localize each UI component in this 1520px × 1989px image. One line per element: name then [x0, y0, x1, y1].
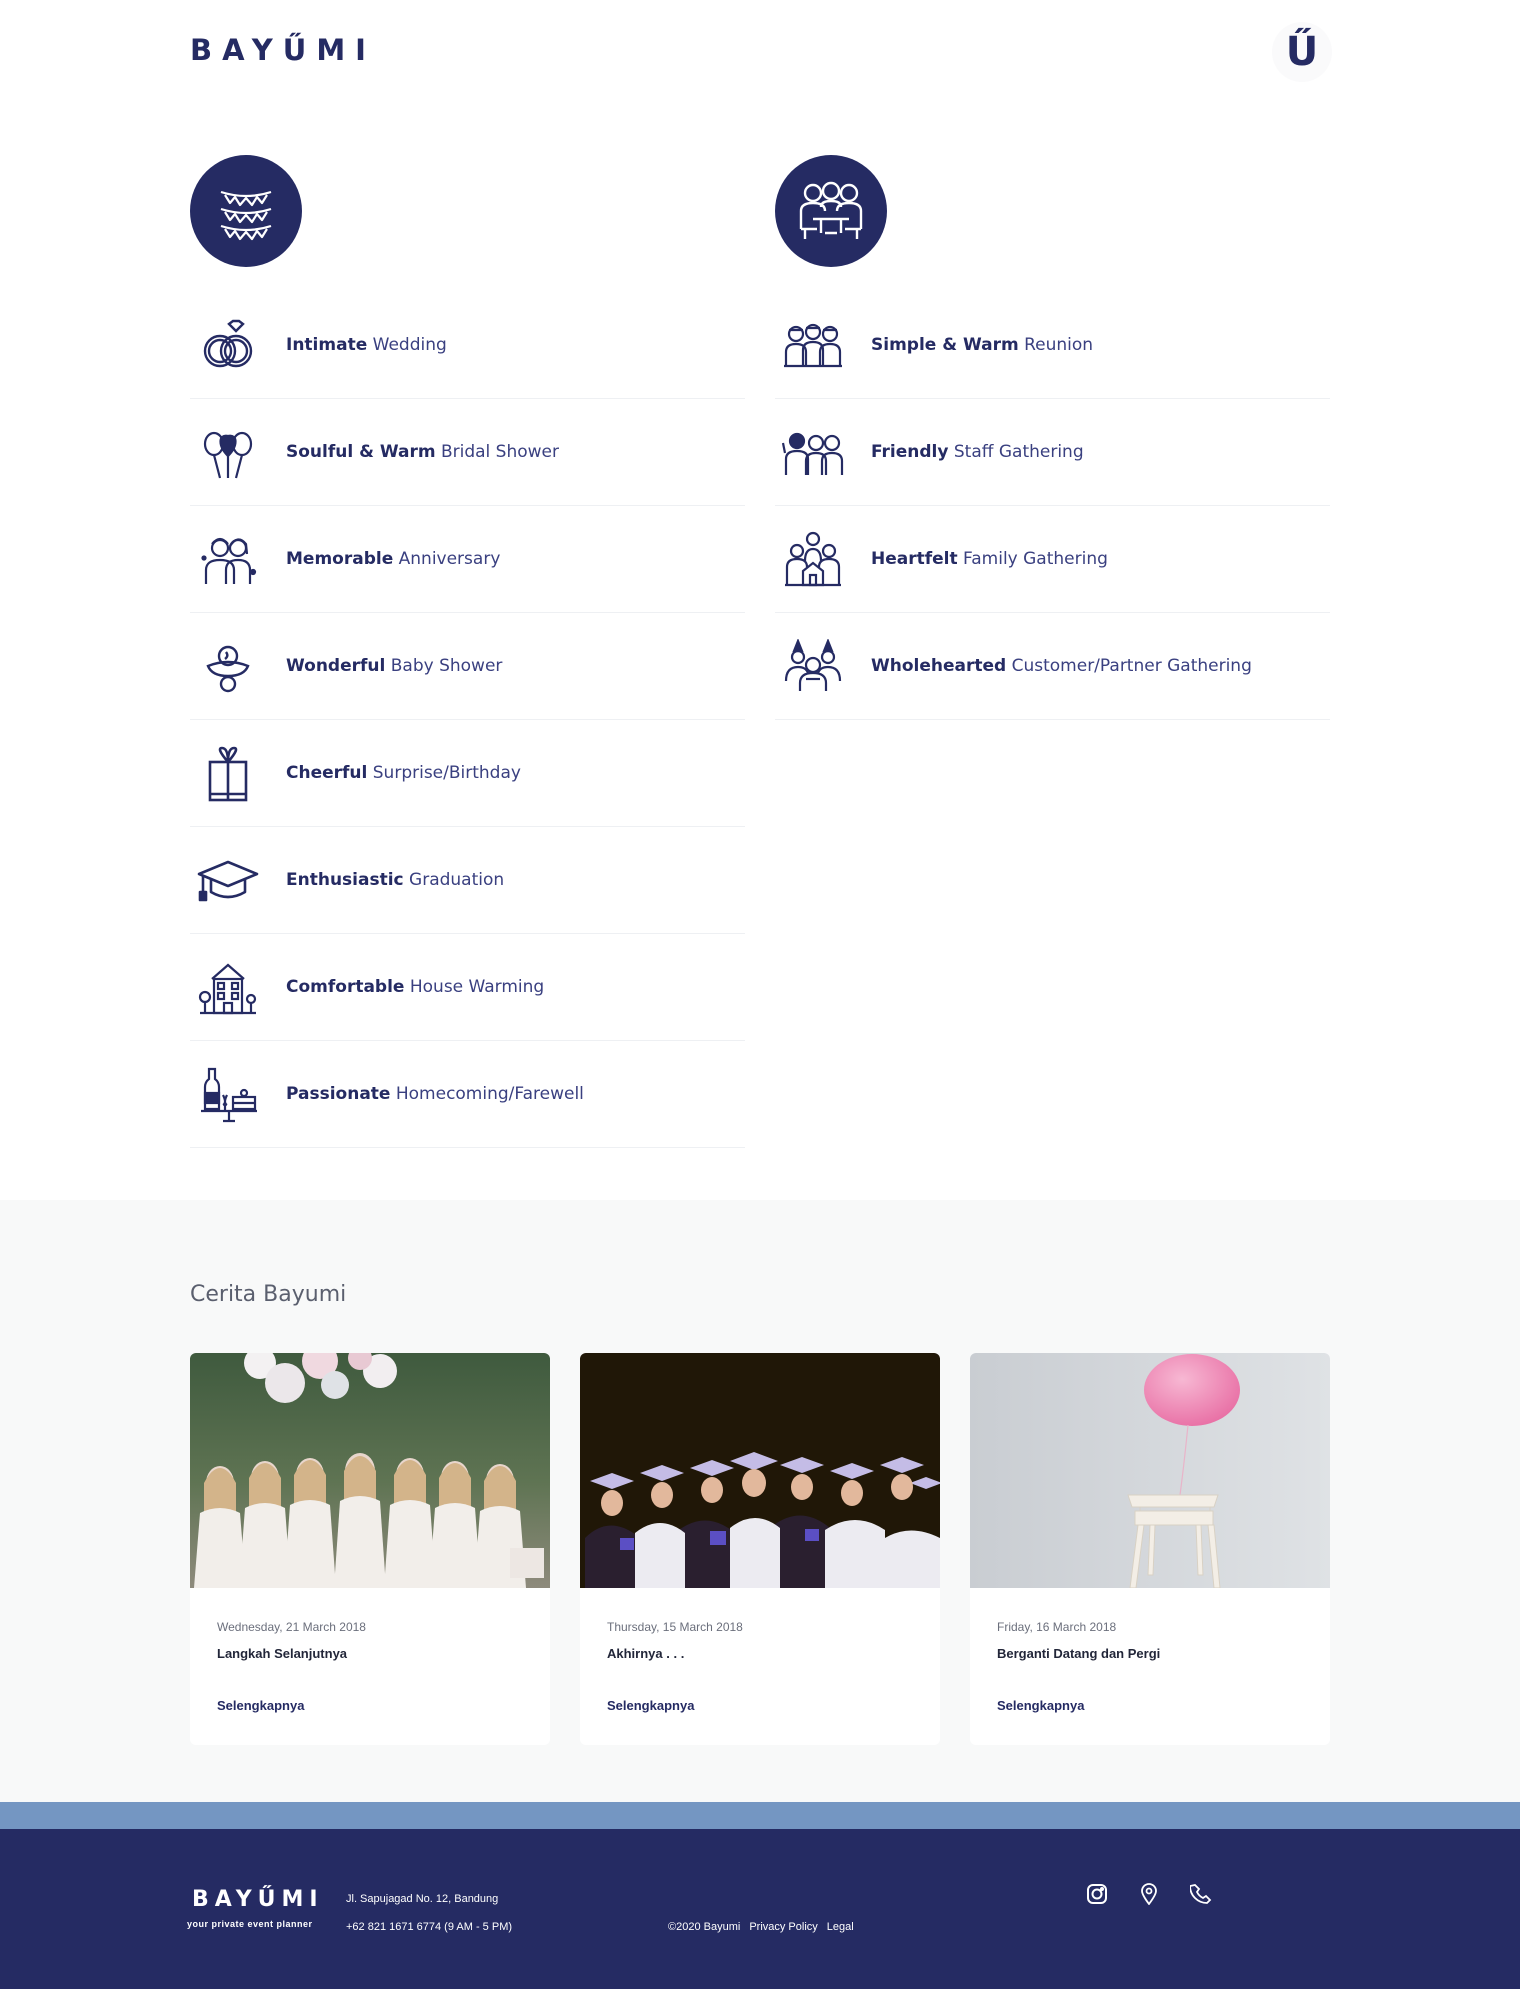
service-homecoming[interactable]: Passionate Homecoming/Farewell — [190, 1041, 745, 1148]
brand-mark-icon: Ű — [1285, 29, 1319, 75]
private-events-column: Intimate Wedding Soulful & Warm Bridal S… — [190, 155, 745, 1148]
group-reunion-icon — [780, 315, 846, 375]
service-name: Family Gathering — [963, 549, 1108, 569]
graduation-cap-icon — [195, 850, 261, 910]
balloons-icon — [195, 422, 261, 482]
section-title: Cerita Bayumi — [190, 1282, 347, 1307]
story-title[interactable]: Berganti Datang dan Pergi — [997, 1646, 1160, 1661]
site-header: BAYŰMI Ű — [0, 0, 1520, 110]
service-strong: Intimate — [286, 335, 368, 355]
story-photo-balloon-chair — [970, 1353, 1330, 1588]
service-strong: Passionate — [286, 1084, 391, 1104]
service-family-gathering[interactable]: Heartfelt Family Gathering — [775, 506, 1330, 613]
service-graduation[interactable]: Enthusiastic Graduation — [190, 827, 745, 934]
service-baby-shower[interactable]: Wonderful Baby Shower — [190, 613, 745, 720]
service-name: Staff Gathering — [953, 442, 1084, 462]
service-name: Wedding — [372, 335, 447, 355]
story-date: Wednesday, 21 March 2018 — [217, 1620, 366, 1634]
service-name: Reunion — [1024, 335, 1094, 355]
story-title[interactable]: Akhirnya . . . — [607, 1646, 684, 1661]
menu-button[interactable]: Ű — [1272, 22, 1332, 82]
service-strong: Friendly — [871, 442, 949, 462]
service-name: Homecoming/Farewell — [395, 1084, 584, 1104]
service-name: House Warming — [409, 977, 545, 997]
group-events-column: Simple & Warm Reunion Friendly Staff Gat… — [775, 155, 1330, 720]
read-more-link[interactable]: Selengkapnya — [217, 1698, 304, 1713]
house-icon — [195, 957, 261, 1017]
site-footer: BAYŰMI your private event planner Jl. Sa… — [0, 1829, 1520, 1989]
service-strong: Comfortable — [286, 977, 405, 997]
staff-group-icon — [780, 422, 846, 482]
service-strong: Simple & Warm — [871, 335, 1019, 355]
bunting-flags-icon — [190, 155, 302, 267]
legal-link[interactable]: Legal — [827, 1921, 854, 1933]
gift-icon — [195, 743, 261, 803]
story-date: Thursday, 15 March 2018 — [607, 1620, 743, 1634]
service-name: Surprise/Birthday — [372, 763, 521, 783]
service-birthday[interactable]: Cheerful Surprise/Birthday — [190, 720, 745, 827]
service-strong: Soulful & Warm — [286, 442, 436, 462]
service-staff-gathering[interactable]: Friendly Staff Gathering — [775, 399, 1330, 506]
read-more-link[interactable]: Selengkapnya — [607, 1698, 694, 1713]
wedding-rings-icon — [195, 315, 261, 375]
story-photo-bridesmaids — [190, 1353, 550, 1588]
story-date: Friday, 16 March 2018 — [997, 1620, 1117, 1634]
party-people-icon — [780, 636, 846, 696]
service-strong: Wholehearted — [871, 656, 1007, 676]
service-name: Graduation — [409, 870, 505, 890]
story-card[interactable]: Thursday, 15 March 2018 Akhirnya . . . S… — [580, 1353, 940, 1745]
bottle-cake-icon — [195, 1064, 261, 1124]
service-name: Bridal Shower — [440, 442, 559, 462]
service-strong: Memorable — [286, 549, 394, 569]
couple-icon — [195, 529, 261, 589]
footer-logo[interactable]: BAYŰMI — [192, 1887, 324, 1912]
family-icon — [780, 529, 846, 589]
pacifier-icon — [195, 636, 261, 696]
phone-icon[interactable] — [1190, 1883, 1212, 1905]
story-card[interactable]: Wednesday, 21 March 2018 Langkah Selanju… — [190, 1353, 550, 1745]
map-pin-icon[interactable] — [1138, 1883, 1160, 1905]
service-strong: Wonderful — [286, 656, 386, 676]
service-name: Baby Shower — [390, 656, 503, 676]
service-strong: Cheerful — [286, 763, 368, 783]
story-title[interactable]: Langkah Selanjutnya — [217, 1646, 347, 1661]
service-house-warming[interactable]: Comfortable House Warming — [190, 934, 745, 1041]
read-more-link[interactable]: Selengkapnya — [997, 1698, 1084, 1713]
service-bridal-shower[interactable]: Soulful & Warm Bridal Shower — [190, 399, 745, 506]
stories-section: Cerita Bayumi Wednesday, 21 March 2018 L… — [0, 1200, 1520, 1802]
copyright: ©2020 Bayumi — [668, 1921, 741, 1933]
footer-social-icons — [1086, 1883, 1212, 1905]
service-partner-gathering[interactable]: Wholehearted Customer/Partner Gathering — [775, 613, 1330, 720]
service-reunion[interactable]: Simple & Warm Reunion — [775, 292, 1330, 399]
service-wedding[interactable]: Intimate Wedding — [190, 292, 745, 399]
footer-address: Jl. Sapujagad No. 12, Bandung — [346, 1893, 499, 1905]
story-photo-graduation — [580, 1353, 940, 1588]
service-name: Customer/Partner Gathering — [1011, 656, 1252, 676]
instagram-icon[interactable] — [1086, 1883, 1108, 1905]
footer-phone: +62 821 1671 6774 (9 AM - 5 PM) — [346, 1921, 513, 1933]
footer-tagline: your private event planner — [187, 1919, 313, 1929]
service-strong: Enthusiastic — [286, 870, 404, 890]
privacy-policy-link[interactable]: Privacy Policy — [749, 1921, 817, 1933]
service-strong: Heartfelt — [871, 549, 958, 569]
brand-logo[interactable]: BAYŰMI — [190, 33, 376, 67]
service-anniversary[interactable]: Memorable Anniversary — [190, 506, 745, 613]
story-card[interactable]: Friday, 16 March 2018 Berganti Datang da… — [970, 1353, 1330, 1745]
footer-accent-strip — [0, 1802, 1520, 1829]
people-at-table-icon — [775, 155, 887, 267]
service-name: Anniversary — [398, 549, 501, 569]
footer-legal-links: ©2020 Bayumi Privacy Policy Legal — [668, 1921, 854, 1933]
